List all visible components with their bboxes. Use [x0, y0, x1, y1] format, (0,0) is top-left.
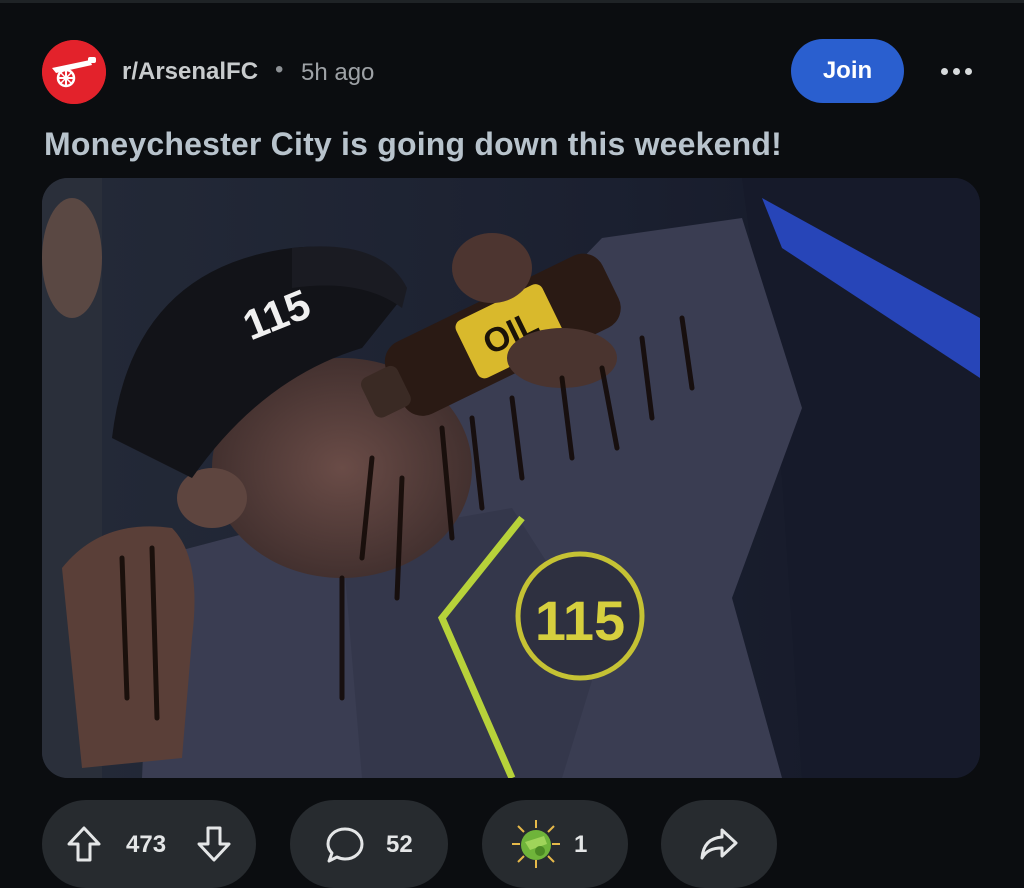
- join-button[interactable]: Join: [791, 39, 904, 103]
- more-options-icon[interactable]: [934, 56, 978, 86]
- subreddit-avatar-icon[interactable]: [42, 40, 106, 104]
- comments-button[interactable]: 52: [290, 800, 448, 888]
- award-button[interactable]: 1: [482, 800, 628, 888]
- downvote-icon[interactable]: [194, 824, 234, 864]
- upvote-icon[interactable]: [64, 824, 104, 864]
- vote-bar: 473: [42, 800, 256, 888]
- post-actions: 473 52 1: [42, 800, 982, 888]
- post-image[interactable]: 115 115 OIL: [42, 178, 980, 778]
- top-divider: [0, 0, 1024, 3]
- post-image-illustration: 115 115 OIL: [42, 178, 980, 778]
- share-button[interactable]: [661, 800, 777, 888]
- post-title[interactable]: Moneychester City is going down this wee…: [44, 126, 782, 163]
- badge-number: 115: [535, 589, 625, 652]
- post-timestamp: 5h ago: [301, 59, 375, 86]
- comment-count: 52: [386, 831, 413, 858]
- award-count: 1: [574, 831, 588, 858]
- comment-icon: [324, 824, 366, 866]
- subreddit-name[interactable]: r/ArsenalFC: [122, 58, 258, 86]
- meta-separator: •: [275, 56, 284, 83]
- upvote-count: 473: [126, 831, 167, 858]
- post-header: r/ArsenalFC • 5h ago Join: [42, 38, 982, 104]
- award-icon: [510, 818, 562, 870]
- share-icon: [697, 822, 741, 866]
